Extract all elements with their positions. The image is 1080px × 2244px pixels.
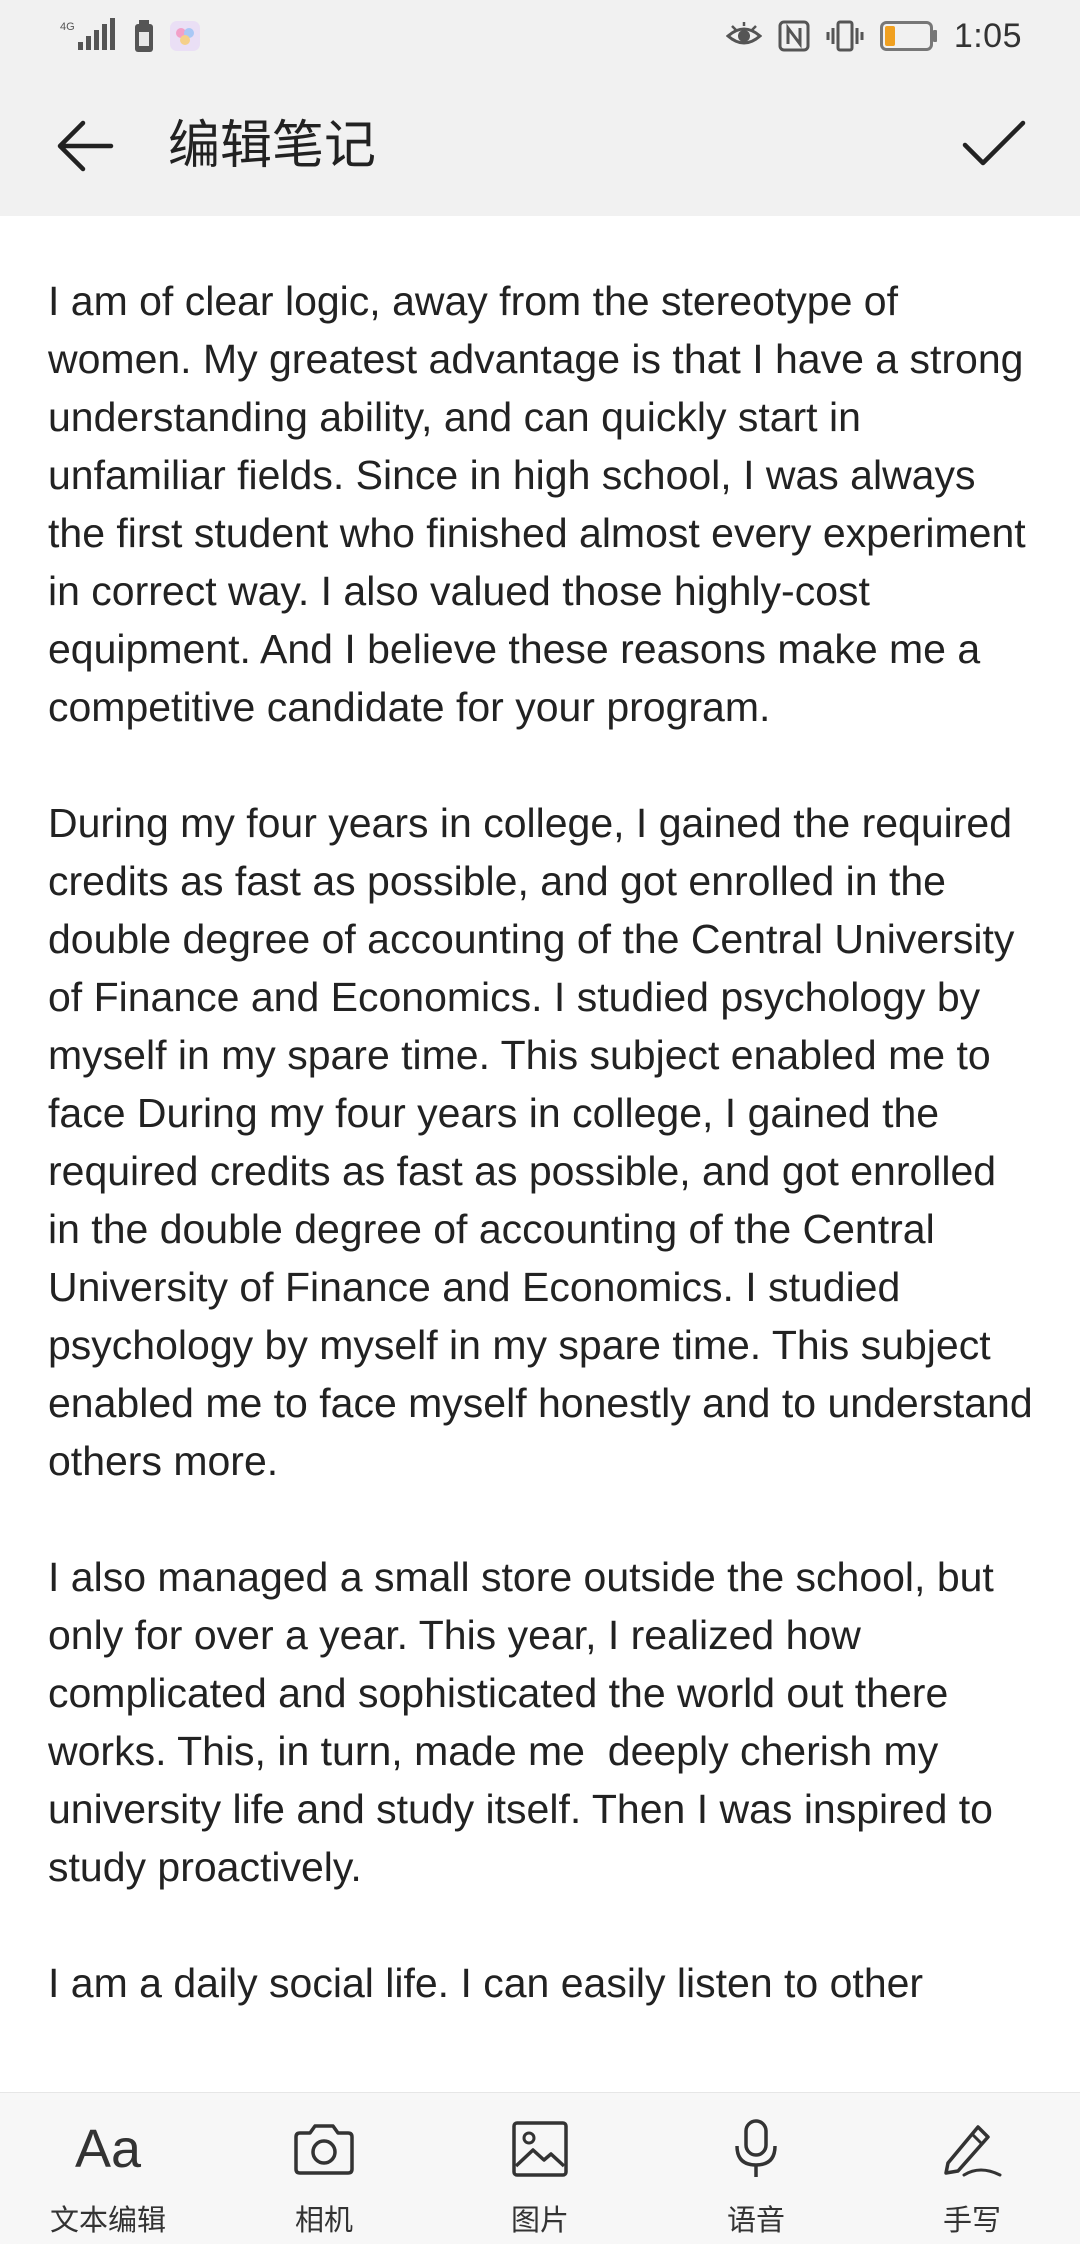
camera-icon xyxy=(292,2115,356,2183)
handwriting-label: 手写 xyxy=(942,2205,1001,2237)
text-format-button[interactable]: Aa 文本编辑 xyxy=(22,2093,194,2244)
status-right: 1:05 xyxy=(725,16,1022,56)
back-button[interactable] xyxy=(50,116,120,176)
note-paragraph-4[interactable]: I am a daily social life. I can easily l… xyxy=(48,1954,1038,2012)
voice-label: 语音 xyxy=(726,2205,785,2237)
handwriting-pen-icon xyxy=(940,2115,1004,2183)
vibrate-icon xyxy=(826,20,864,52)
handwriting-button[interactable]: 手写 xyxy=(886,2093,1058,2244)
camera-label: 相机 xyxy=(294,2205,353,2237)
network-label: 4G xyxy=(60,21,75,33)
voice-button[interactable]: 语音 xyxy=(670,2093,842,2244)
note-editor[interactable]: I am of clear logic, away from the stere… xyxy=(48,272,1038,2092)
camera-button[interactable]: 相机 xyxy=(238,2093,410,2244)
text-format-icon: Aa xyxy=(74,2119,142,2179)
status-time: 1:05 xyxy=(953,16,1022,55)
sim-battery-icon xyxy=(134,20,154,52)
text-format-label: 文本编辑 xyxy=(49,2205,166,2237)
image-button[interactable]: 图片 xyxy=(454,2093,626,2244)
save-confirm-button[interactable] xyxy=(958,112,1030,176)
checkmark-icon xyxy=(962,120,1026,166)
app-bar: 编辑笔记 xyxy=(0,72,1080,216)
bottom-toolbar: Aa 文本编辑 相机 图片 语音 手写 xyxy=(0,2092,1080,2244)
microphone-icon xyxy=(731,2115,781,2183)
page-title: 编辑笔记 xyxy=(168,117,377,175)
app-notification-icon xyxy=(170,21,200,51)
note-paragraph-3[interactable]: I also managed a small store outside the… xyxy=(48,1548,1038,1896)
back-arrow-icon xyxy=(57,120,114,172)
signal-icon: 4G xyxy=(60,18,118,54)
note-paragraph-1[interactable]: I am of clear logic, away from the stere… xyxy=(48,272,1038,736)
image-label: 图片 xyxy=(510,2205,569,2237)
note-paragraph-2[interactable]: During my four years in college, I gaine… xyxy=(48,794,1038,1490)
nfc-icon xyxy=(778,20,810,52)
status-left: 4G xyxy=(60,18,200,54)
battery-icon xyxy=(879,21,938,51)
status-bar: 4G 1:05 xyxy=(0,0,1080,72)
image-icon xyxy=(511,2115,569,2183)
eye-comfort-icon xyxy=(725,22,762,50)
